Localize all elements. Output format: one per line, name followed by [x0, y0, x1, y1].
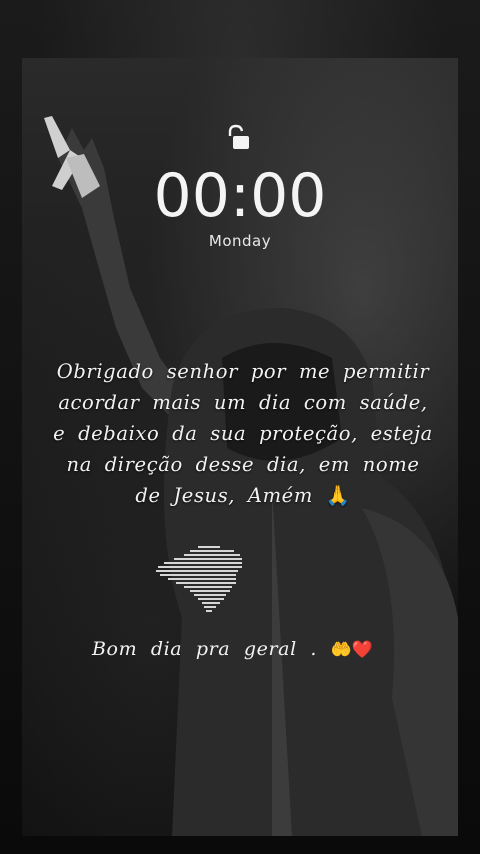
praying-hands-icon: 🙏 [325, 484, 351, 507]
clock-day: Monday [208, 232, 272, 250]
message-line: Obrigado senhor por me permitir [56, 360, 430, 383]
greeting-message: Bom dia pra geral . 🤲❤️ [92, 634, 392, 665]
clock-time: 00:00 [153, 161, 327, 231]
message-line: na direção desse dia, em nome [66, 453, 420, 476]
message-line: de Jesus, Amém 🙏 [38, 480, 448, 511]
prayer-message: Obrigado senhor por me permitir acordar … [38, 356, 448, 511]
open-hands-heart-icon: 🤲❤️ [330, 640, 374, 660]
message-line: acordar mais um dia com saúde, [58, 391, 428, 414]
brazil-map-art-icon [156, 546, 242, 612]
message-line-text: de Jesus, Amém [135, 484, 313, 507]
unlocked-padlock-icon[interactable] [226, 124, 252, 152]
greeting-text: Bom dia pra geral . [92, 638, 318, 660]
message-line: e debaixo da sua proteção, esteja [53, 422, 433, 445]
